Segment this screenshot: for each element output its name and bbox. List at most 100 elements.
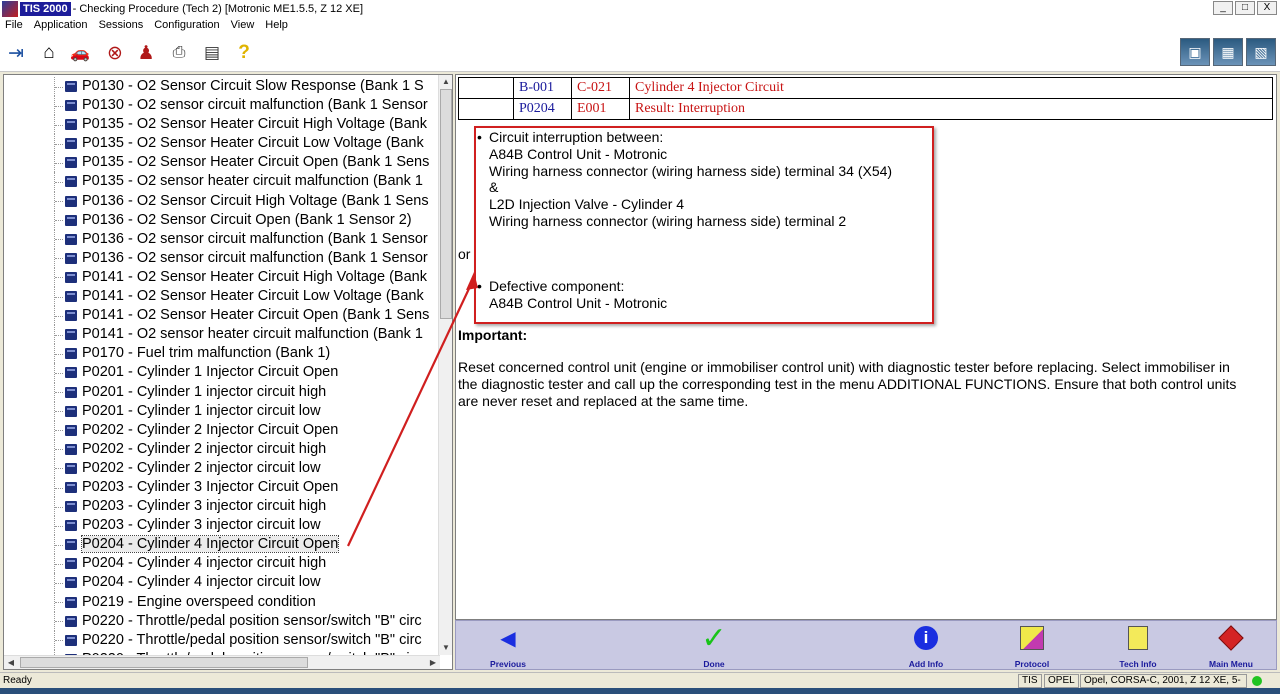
menu-view[interactable]: View <box>226 19 261 31</box>
tree-item[interactable]: P0136 - O2 sensor circuit malfunction (B… <box>4 248 439 268</box>
tree-guide-line <box>54 229 63 249</box>
print-icon[interactable]: ⎙ <box>166 40 192 66</box>
tech2-settings-icon[interactable]: ▧ <box>1246 38 1276 66</box>
protocol-button[interactable]: Protocol <box>992 623 1072 669</box>
tree-item[interactable]: P0219 - Engine overspeed condition <box>4 592 439 612</box>
tree-item[interactable]: P0141 - O2 sensor heater circuit malfunc… <box>4 325 439 345</box>
connection-status-icon <box>1252 676 1262 686</box>
person-icon[interactable]: ♟ <box>133 40 159 66</box>
scroll-up-icon[interactable]: ▲ <box>439 75 452 89</box>
app-name: TIS 2000 <box>20 1 71 16</box>
tree-guide-line <box>54 630 63 650</box>
tree-item[interactable]: P0136 - O2 Sensor Circuit Open (Bank 1 S… <box>4 210 439 230</box>
tree-item[interactable]: P0170 - Fuel trim malfunction (Bank 1) <box>4 344 439 364</box>
annotation-highlight-box <box>474 126 934 324</box>
vehicle-icon[interactable]: 🚗 <box>67 40 93 66</box>
checkmark-icon: ✓ <box>701 621 727 655</box>
tree-item-label: P0204 - Cylinder 4 injector circuit high <box>82 555 327 572</box>
previous-button[interactable]: ◀ Previous <box>468 623 548 670</box>
tree-item[interactable]: P0135 - O2 sensor heater circuit malfunc… <box>4 172 439 192</box>
scroll-thumb[interactable] <box>440 89 452 319</box>
book-icon <box>65 405 77 417</box>
tree-item[interactable]: P0204 - Cylinder 4 Injector Circuit Open <box>4 535 439 555</box>
tree-item[interactable]: P0130 - O2 sensor circuit malfunction (B… <box>4 96 439 116</box>
tree-item-label: P0136 - O2 sensor circuit malfunction (B… <box>82 230 428 247</box>
tree-item[interactable]: P0141 - O2 Sensor Heater Circuit High Vo… <box>4 267 439 288</box>
book-icon <box>65 81 77 92</box>
main-menu-icon <box>1191 623 1271 653</box>
maximize-button[interactable]: □ <box>1235 1 1255 15</box>
tree-item[interactable]: P0202 - Cylinder 2 injector circuit low <box>4 458 439 478</box>
os-taskbar <box>0 688 1280 694</box>
header-error-code: E001 <box>571 98 630 120</box>
minimize-button[interactable]: _ <box>1213 1 1233 15</box>
main-menu-button[interactable]: Main Menu <box>1191 623 1271 669</box>
tree-item[interactable]: P0204 - Cylinder 4 injector circuit high <box>4 554 439 574</box>
arrow-left-icon: ◀ <box>500 627 516 650</box>
tree-item-label: P0201 - Cylinder 1 Injector Circuit Open <box>82 364 339 381</box>
tree-item[interactable]: P0141 - O2 Sensor Heater Circuit Open (B… <box>4 306 439 326</box>
tech2-transfer-icon[interactable]: ▦ <box>1213 38 1243 66</box>
tree-horizontal-scrollbar[interactable]: ◀ ▶ <box>4 655 440 669</box>
tree-guide-line <box>54 344 63 364</box>
done-button[interactable]: ✓ Done <box>674 621 754 670</box>
book-icon <box>65 615 77 627</box>
tech-info-button[interactable]: Tech Info <box>1098 623 1178 669</box>
tree-item[interactable]: P0130 - O2 Sensor Circuit Slow Response … <box>4 77 439 97</box>
tree-item-label: P0135 - O2 sensor heater circuit malfunc… <box>82 173 423 190</box>
tree-item[interactable]: P0203 - Cylinder 3 injector circuit high <box>4 497 439 517</box>
window-controls: _ □ X <box>1213 1 1277 15</box>
exit-icon[interactable]: ⇥ <box>3 40 29 66</box>
tree-item[interactable]: P0201 - Cylinder 1 injector circuit low <box>4 401 439 421</box>
tree-item[interactable]: P0202 - Cylinder 2 Injector Circuit Open <box>4 420 439 440</box>
status-brand: OPEL <box>1044 674 1079 688</box>
tree-item[interactable]: P0203 - Cylinder 3 injector circuit low <box>4 516 439 536</box>
tree-item[interactable]: P0136 - O2 sensor circuit malfunction (B… <box>4 229 439 249</box>
tech2-icon[interactable]: ▣ <box>1180 38 1210 66</box>
menu-sessions[interactable]: Sessions <box>94 19 150 31</box>
home-icon[interactable]: ⌂ <box>36 40 62 66</box>
book-icon[interactable]: ▤ <box>199 40 225 66</box>
tree-item[interactable]: P0202 - Cylinder 2 injector circuit high <box>4 439 439 459</box>
scroll-down-icon[interactable]: ▼ <box>439 641 452 655</box>
close-button[interactable]: X <box>1257 1 1277 15</box>
tree-vertical-scrollbar[interactable]: ▲ ▼ <box>438 75 452 655</box>
tree-guide-line <box>54 535 63 555</box>
tree-item[interactable]: P0135 - O2 Sensor Heater Circuit High Vo… <box>4 115 439 135</box>
tree-item[interactable]: P0204 - Cylinder 4 injector circuit low <box>4 573 439 593</box>
scroll-left-icon[interactable]: ◀ <box>4 656 18 669</box>
header-dtc-code: P0204 <box>513 98 572 120</box>
tree-item[interactable]: P0220 - Throttle/pedal position sensor/s… <box>4 611 439 631</box>
add-info-label: Add Info <box>908 659 944 669</box>
tree-item[interactable]: P0135 - O2 Sensor Heater Circuit Open (B… <box>4 153 439 173</box>
tree-item[interactable]: P0201 - Cylinder 1 injector circuit high <box>4 382 439 402</box>
tree-item[interactable]: P0141 - O2 Sensor Heater Circuit Low Vol… <box>4 287 439 307</box>
tree-guide-line <box>54 573 63 593</box>
tree-guide-line <box>54 134 63 154</box>
menu-help[interactable]: Help <box>260 19 294 31</box>
help-icon[interactable]: ? <box>231 40 257 66</box>
menu-configuration[interactable]: Configuration <box>149 19 225 31</box>
tech-info-icon <box>1098 623 1178 653</box>
tree-item[interactable]: P0201 - Cylinder 1 Injector Circuit Open <box>4 363 439 383</box>
tree-guide-line <box>54 267 63 288</box>
tree-item[interactable]: P0220 - Throttle/pedal position sensor/s… <box>4 630 439 650</box>
tree-item[interactable]: P0135 - O2 Sensor Heater Circuit Low Vol… <box>4 134 439 154</box>
tree-item[interactable]: P0203 - Cylinder 3 Injector Circuit Open <box>4 477 439 498</box>
book-icon <box>65 348 77 360</box>
menu-file[interactable]: File <box>0 19 29 31</box>
book-icon <box>65 119 77 131</box>
tree-item-label: P0130 - O2 Sensor Circuit Slow Response … <box>82 78 424 94</box>
tree-guide-line <box>54 382 63 402</box>
tree-item-label: P0220 - Throttle/pedal position sensor/s… <box>82 612 422 629</box>
tree-item[interactable]: P0136 - O2 Sensor Circuit High Voltage (… <box>4 191 439 211</box>
tree-guide-line <box>54 325 63 345</box>
scroll-right-icon[interactable]: ▶ <box>426 656 440 669</box>
stop-icon[interactable]: ⊗ <box>102 40 128 66</box>
app-logo-icon <box>2 0 18 17</box>
tree-item-label: P0202 - Cylinder 2 injector circuit high <box>82 440 327 457</box>
dtc-tree-pane: P0130 - O2 Sensor Circuit Slow Response … <box>3 74 453 670</box>
hscroll-thumb[interactable] <box>20 657 308 668</box>
add-info-button[interactable]: i Add Info <box>886 623 966 669</box>
menu-application[interactable]: Application <box>29 19 94 31</box>
